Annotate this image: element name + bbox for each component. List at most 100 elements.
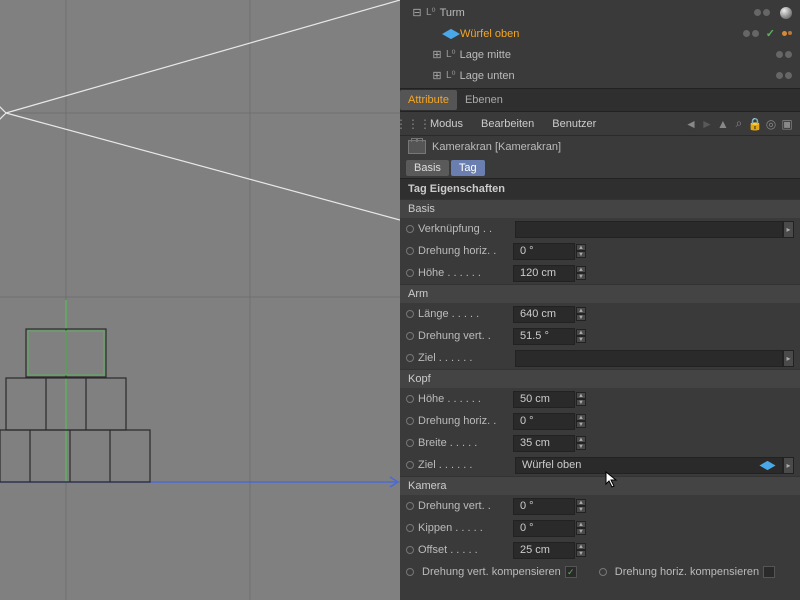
prop-drehung-vert-kamera: Drehung vert. . ▲▼ bbox=[400, 495, 800, 517]
target-icon[interactable]: ◎ bbox=[764, 117, 778, 131]
object-name: Kamerakran [Kamerakran] bbox=[432, 141, 561, 153]
value-input[interactable] bbox=[513, 435, 575, 452]
check-icon[interactable]: ✓ bbox=[766, 27, 775, 40]
visibility-dot[interactable] bbox=[754, 9, 761, 16]
group-kamera: Kamera bbox=[400, 476, 800, 495]
group-arm: Arm bbox=[400, 284, 800, 303]
tag-dots-icon[interactable] bbox=[782, 31, 792, 36]
tree-label: Würfel oben bbox=[460, 28, 519, 40]
render-dot[interactable] bbox=[752, 30, 759, 37]
link-picker-icon[interactable]: ▸ bbox=[783, 457, 794, 474]
checkbox-vert-komp[interactable]: ✓ bbox=[565, 566, 577, 578]
grid-icon[interactable]: ⋮⋮⋮ bbox=[406, 117, 420, 131]
tab-attribute[interactable]: Attribute bbox=[400, 90, 457, 110]
expand-toggle[interactable]: ⊞ bbox=[432, 48, 442, 61]
prop-offset: Offset . . . . . ▲▼ bbox=[400, 539, 800, 561]
spinner[interactable]: ▲▼ bbox=[576, 392, 586, 406]
prop-drehung-horiz-basis: Drehung horiz. . ▲▼ bbox=[400, 240, 800, 262]
anim-dot[interactable] bbox=[406, 332, 414, 340]
section-header: Tag Eigenschaften bbox=[400, 178, 800, 199]
new-window-icon[interactable]: ▣ bbox=[780, 117, 794, 131]
tree-row-wuerfel-oben[interactable]: Würfel oben ✓ bbox=[400, 23, 800, 44]
anim-dot[interactable] bbox=[406, 417, 414, 425]
nav-up-icon[interactable]: ▲ bbox=[716, 117, 730, 131]
prop-laenge: Länge . . . . . ▲▼ bbox=[400, 303, 800, 325]
anim-dot[interactable] bbox=[406, 269, 414, 277]
spinner[interactable]: ▲▼ bbox=[576, 521, 586, 535]
lock-icon[interactable]: 🔒 bbox=[748, 117, 762, 131]
value-input[interactable] bbox=[513, 520, 575, 537]
visibility-dot[interactable] bbox=[776, 51, 783, 58]
prop-label: Drehung vert. . bbox=[418, 330, 513, 342]
value-input[interactable] bbox=[513, 391, 575, 408]
anim-dot[interactable] bbox=[406, 310, 414, 318]
anim-dot[interactable] bbox=[406, 225, 414, 233]
prop-label: Verknüpfung . . bbox=[418, 223, 513, 235]
value-input[interactable] bbox=[513, 306, 575, 323]
prop-kippen: Kippen . . . . . ▲▼ bbox=[400, 517, 800, 539]
anim-dot[interactable] bbox=[406, 439, 414, 447]
spinner[interactable]: ▲▼ bbox=[576, 499, 586, 513]
tree-row-lage-mitte[interactable]: ⊞ L⁰ Lage mitte bbox=[400, 44, 800, 65]
anim-dot[interactable] bbox=[599, 568, 607, 576]
nav-back-icon[interactable]: ◄ bbox=[684, 117, 698, 131]
value-input[interactable] bbox=[513, 265, 575, 282]
spinner[interactable]: ▲▼ bbox=[576, 436, 586, 450]
anim-dot[interactable] bbox=[406, 546, 414, 554]
render-dot[interactable] bbox=[763, 9, 770, 16]
link-picker-icon[interactable]: ▸ bbox=[783, 221, 794, 238]
menu-benutzer[interactable]: Benutzer bbox=[544, 115, 604, 133]
value-input[interactable] bbox=[513, 328, 575, 345]
anim-dot[interactable] bbox=[406, 461, 414, 469]
prop-ziel-kopf: Ziel . . . . . . Würfel oben ▸ bbox=[400, 454, 800, 476]
anim-dot[interactable] bbox=[406, 247, 414, 255]
anim-dot[interactable] bbox=[406, 568, 414, 576]
link-picker-icon[interactable]: ▸ bbox=[783, 350, 794, 367]
visibility-dot[interactable] bbox=[776, 72, 783, 79]
spinner[interactable]: ▲▼ bbox=[576, 329, 586, 343]
tree-label: Lage mitte bbox=[460, 49, 511, 61]
expand-toggle[interactable]: ⊟ bbox=[412, 6, 422, 19]
prop-label: Drehung horiz. . bbox=[418, 415, 513, 427]
anim-dot[interactable] bbox=[406, 395, 414, 403]
link-field[interactable]: Würfel oben bbox=[515, 457, 783, 474]
tree-row-lage-unten[interactable]: ⊞L⁰Lage unten bbox=[400, 65, 800, 86]
spinner[interactable]: ▲▼ bbox=[576, 414, 586, 428]
spinner[interactable]: ▲▼ bbox=[576, 543, 586, 557]
render-dot[interactable] bbox=[785, 51, 792, 58]
spinner[interactable]: ▲▼ bbox=[576, 266, 586, 280]
prop-verknuepfung: Verknüpfung . . ▸ bbox=[400, 218, 800, 240]
tab-ebenen[interactable]: Ebenen bbox=[457, 90, 511, 110]
prop-label: Kippen . . . . . bbox=[418, 522, 513, 534]
prop-label: Drehung vert. . bbox=[418, 500, 513, 512]
tree-row-turm[interactable]: ⊟L⁰Turm bbox=[400, 2, 800, 23]
value-input[interactable] bbox=[513, 413, 575, 430]
spinner[interactable]: ▲▼ bbox=[576, 307, 586, 321]
spinner[interactable]: ▲▼ bbox=[576, 244, 586, 258]
prop-label: Breite . . . . . bbox=[418, 437, 513, 449]
material-sphere-icon[interactable] bbox=[780, 7, 792, 19]
subtab-tag[interactable]: Tag bbox=[451, 160, 485, 176]
value-input[interactable] bbox=[513, 542, 575, 559]
checkbox-horiz-komp[interactable] bbox=[763, 566, 775, 578]
checkbox-label: Drehung vert. kompensieren bbox=[422, 566, 561, 578]
viewport-3d[interactable] bbox=[0, 0, 400, 600]
menu-modus[interactable]: Modus bbox=[422, 115, 471, 133]
render-dot[interactable] bbox=[785, 72, 792, 79]
anim-dot[interactable] bbox=[406, 524, 414, 532]
subtab-basis[interactable]: Basis bbox=[406, 160, 449, 176]
link-field[interactable] bbox=[515, 350, 783, 367]
anim-dot[interactable] bbox=[406, 354, 414, 362]
link-field[interactable] bbox=[515, 221, 783, 238]
null-icon: L⁰ bbox=[446, 49, 456, 60]
value-input[interactable] bbox=[513, 243, 575, 260]
nav-fwd-icon[interactable]: ► bbox=[700, 117, 714, 131]
expand-toggle[interactable]: ⊞ bbox=[432, 69, 442, 82]
anim-dot[interactable] bbox=[406, 502, 414, 510]
tree-label: Lage unten bbox=[460, 70, 515, 82]
search-icon[interactable]: ⌕ bbox=[732, 117, 746, 131]
value-input[interactable] bbox=[513, 498, 575, 515]
cube-icon bbox=[759, 460, 775, 469]
menu-bearbeiten[interactable]: Bearbeiten bbox=[473, 115, 542, 133]
visibility-dot[interactable] bbox=[743, 30, 750, 37]
